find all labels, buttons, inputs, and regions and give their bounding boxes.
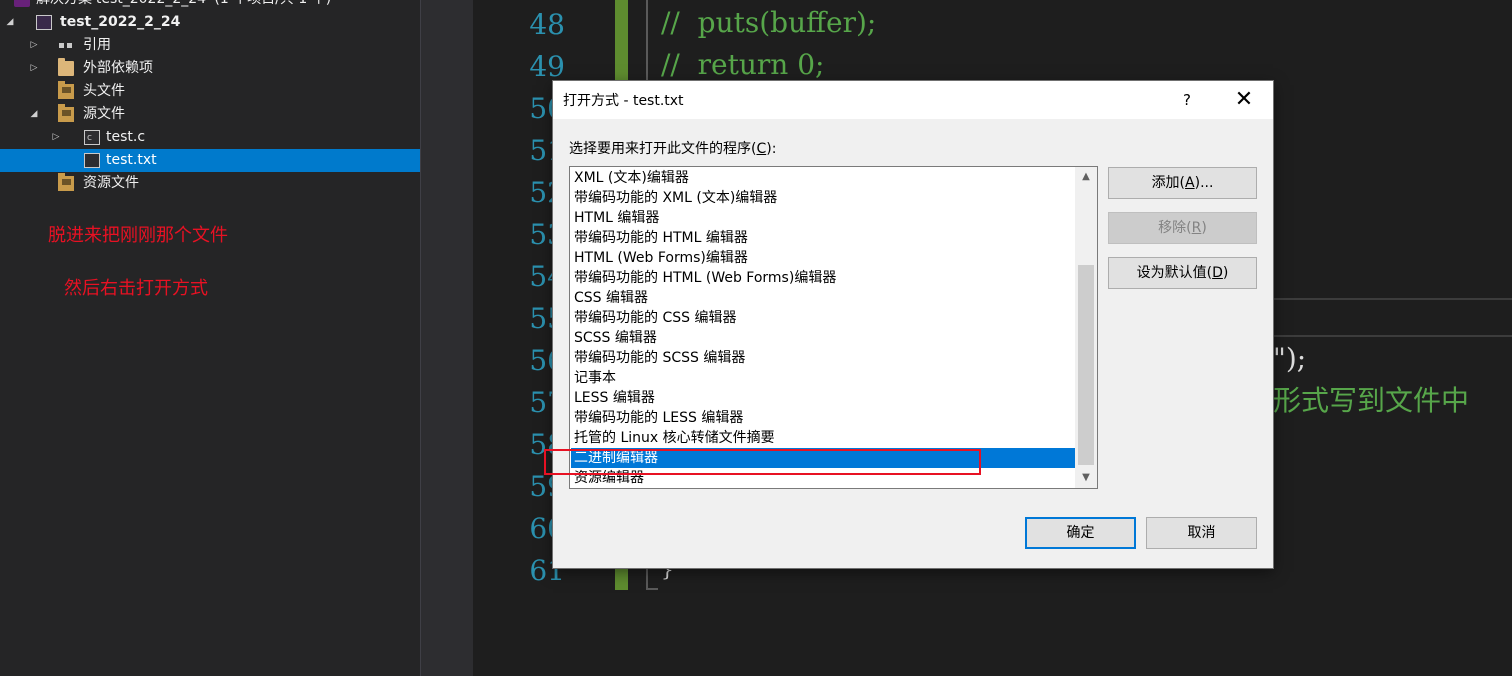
prompt-access-key: C: [756, 141, 767, 157]
code-line: // puts(buffer);: [661, 6, 877, 39]
tree-item-test-txt[interactable]: test.txt: [0, 149, 420, 172]
editor-margin: [421, 0, 473, 676]
annotation-1: 脱进来把刚刚那个文件: [48, 225, 228, 246]
project-row[interactable]: ◢ test_2022_2_24: [0, 11, 420, 34]
code-fragment: ");: [1273, 342, 1307, 375]
tree-item-label: 引用: [83, 37, 111, 53]
remove-button[interactable]: 移除(R): [1108, 212, 1257, 244]
close-button[interactable]: ✕: [1221, 81, 1267, 119]
expanded-arrow-icon[interactable]: ◢: [4, 11, 16, 34]
program-item[interactable]: XML (文本)编辑器: [571, 168, 1075, 188]
program-item[interactable]: 托管的 Linux 核心转储文件摘要: [571, 428, 1075, 448]
tree-item-references[interactable]: ▷ 引用: [0, 34, 420, 57]
cancel-button[interactable]: 取消: [1146, 517, 1257, 549]
program-item[interactable]: 带编码功能的 CSS 编辑器: [571, 308, 1075, 328]
project-icon: [36, 15, 52, 30]
program-item[interactable]: 带编码功能的 XML (文本)编辑器: [571, 188, 1075, 208]
prompt-paren-close: ):: [766, 141, 777, 157]
set-default-tail: ): [1222, 265, 1229, 281]
dialog-title: 打开方式 - test.txt: [563, 93, 684, 109]
filter-folder-icon: [58, 173, 74, 191]
references-icon: [58, 38, 74, 53]
collapsed-arrow-icon[interactable]: ▷: [28, 57, 40, 80]
set-default-button[interactable]: 设为默认值(D): [1108, 257, 1257, 289]
tree-item-label: test.txt: [106, 152, 157, 168]
program-item[interactable]: 带编码功能的 LESS 编辑器: [571, 408, 1075, 428]
remove-button-tail: ): [1201, 220, 1207, 236]
annotation-2: 然后右击打开方式: [64, 278, 208, 299]
program-listbox[interactable]: XML (文本)编辑器 带编码功能的 XML (文本)编辑器 HTML 编辑器 …: [569, 166, 1098, 489]
solution-icon: [14, 0, 30, 7]
add-button[interactable]: 添加(A)...: [1108, 167, 1257, 199]
program-item[interactable]: SCSS 编辑器: [571, 328, 1075, 348]
scroll-up-icon[interactable]: ▲: [1075, 167, 1097, 187]
line-number: 49: [529, 50, 565, 83]
program-item[interactable]: 带编码功能的 SCSS 编辑器: [571, 348, 1075, 368]
program-item[interactable]: 带编码功能的 HTML (Web Forms)编辑器: [571, 268, 1075, 288]
tree-item-label: 头文件: [83, 83, 125, 99]
remove-button-key: R: [1191, 220, 1202, 236]
scroll-thumb[interactable]: [1078, 265, 1094, 465]
program-item[interactable]: 记事本: [571, 368, 1075, 388]
collapsed-arrow-icon[interactable]: ▷: [50, 126, 62, 149]
solution-label: 解决方案'test_2022_2_24' (1 个项目/共 1 个): [36, 0, 331, 11]
tree-item-label: 外部依赖项: [83, 60, 153, 76]
expanded-arrow-icon[interactable]: ◢: [28, 103, 40, 126]
set-default-text: 设为默认值(: [1136, 265, 1213, 281]
program-item[interactable]: CSS 编辑器: [571, 288, 1075, 308]
filter-folder-icon: [58, 81, 74, 99]
filter-folder-icon: [58, 104, 74, 122]
code-line: // return 0;: [661, 48, 825, 81]
folder-icon: [58, 58, 74, 76]
dialog-titlebar[interactable]: 打开方式 - test.txt ? ✕: [553, 81, 1273, 119]
tree-item-source-files[interactable]: ◢ 源文件: [0, 103, 420, 126]
tree-item-external-deps[interactable]: ▷ 外部依赖项: [0, 57, 420, 80]
scroll-down-icon[interactable]: ▼: [1075, 468, 1097, 488]
solution-row[interactable]: 解决方案'test_2022_2_24' (1 个项目/共 1 个): [0, 0, 420, 11]
add-button-key: A: [1185, 175, 1195, 191]
tree-item-resource-files[interactable]: 资源文件: [0, 172, 420, 195]
tree-item-header-files[interactable]: 头文件: [0, 80, 420, 103]
program-item[interactable]: LESS 编辑器: [571, 388, 1075, 408]
outline-guide-end: [646, 588, 658, 590]
editor-separator: [1273, 298, 1512, 300]
add-button-text: 添加(: [1151, 175, 1186, 191]
text-file-icon: [84, 153, 100, 168]
help-button[interactable]: ?: [1165, 81, 1209, 119]
open-with-dialog: 打开方式 - test.txt ? ✕ 选择要用来打开此文件的程序(C): XM…: [553, 81, 1273, 568]
c-file-icon: [84, 127, 100, 150]
tree-item-test-c[interactable]: ▷ test.c: [0, 126, 420, 150]
editor-separator: [1273, 335, 1512, 337]
prompt-text: 选择要用来打开此文件的程序: [569, 141, 751, 157]
line-number: 48: [529, 8, 565, 41]
program-item[interactable]: HTML 编辑器: [571, 208, 1075, 228]
tree-item-label: 源文件: [83, 106, 125, 122]
ok-button[interactable]: 确定: [1025, 517, 1136, 549]
add-button-tail: )...: [1194, 175, 1214, 191]
tree-item-label: 资源文件: [83, 175, 139, 191]
program-list-label: 选择要用来打开此文件的程序(C):: [569, 138, 776, 158]
collapsed-arrow-icon[interactable]: ▷: [28, 34, 40, 57]
code-fragment: 形式写到文件中: [1273, 384, 1470, 417]
annotation-highlight-box: [544, 449, 981, 475]
remove-button-text: 移除(: [1158, 220, 1192, 236]
solution-explorer: 解决方案'test_2022_2_24' (1 个项目/共 1 个) ◢ tes…: [0, 0, 421, 676]
program-item[interactable]: 带编码功能的 HTML 编辑器: [571, 228, 1075, 248]
list-scrollbar[interactable]: ▲ ▼: [1075, 167, 1097, 488]
program-item[interactable]: HTML (Web Forms)编辑器: [571, 248, 1075, 268]
tree-item-label: test.c: [106, 129, 146, 145]
set-default-key: D: [1212, 265, 1223, 281]
project-label: test_2022_2_24: [60, 14, 181, 30]
